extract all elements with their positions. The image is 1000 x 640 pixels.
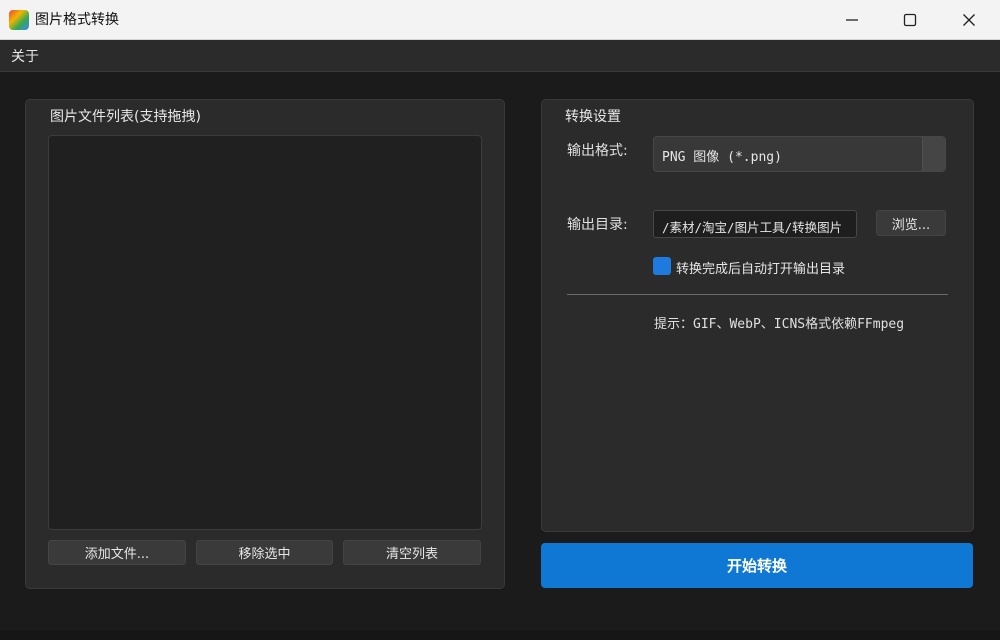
dropdown-arrow-icon — [922, 137, 945, 171]
auto-open-label[interactable]: 转换完成后自动打开输出目录 — [676, 258, 845, 277]
start-convert-button[interactable]: 开始转换 — [541, 543, 973, 588]
output-dir-value: /素材/淘宝/图片工具/转换图片 — [662, 220, 843, 235]
dir-label: 输出目录: — [567, 217, 628, 233]
add-files-button[interactable]: 添加文件... — [48, 540, 186, 565]
maximize-icon — [903, 13, 917, 26]
format-label: 输出格式: — [567, 143, 628, 159]
minimize-icon — [846, 18, 858, 21]
settings-divider — [567, 294, 948, 295]
window-title: 图片格式转换 — [35, 12, 119, 28]
remove-selected-button[interactable]: 移除选中 — [196, 540, 333, 565]
format-select[interactable]: PNG 图像 (*.png) — [653, 136, 946, 172]
maximize-button[interactable] — [881, 0, 939, 39]
auto-open-checkbox[interactable] — [653, 257, 671, 275]
title-bar: 图片格式转换 — [0, 0, 1000, 40]
settings-title: 转换设置 — [565, 109, 621, 125]
browse-button[interactable]: 浏览... — [876, 210, 946, 236]
menu-bar: 关于 — [0, 40, 1000, 72]
format-select-value: PNG 图像 (*.png) — [662, 150, 782, 165]
app-icon — [9, 10, 29, 30]
clear-list-button[interactable]: 清空列表 — [343, 540, 481, 565]
close-button[interactable] — [940, 0, 998, 39]
close-icon — [963, 13, 975, 26]
file-list[interactable] — [48, 135, 482, 530]
hint-text: 提示：GIF、WebP、ICNS格式依赖FFmpeg — [654, 317, 905, 332]
menu-about[interactable]: 关于 — [11, 46, 39, 66]
minimize-button[interactable] — [823, 0, 881, 39]
output-dir-input[interactable]: /素材/淘宝/图片工具/转换图片 — [653, 210, 857, 238]
window-bottom-edge — [0, 630, 1000, 640]
file-list-title: 图片文件列表(支持拖拽) — [50, 109, 201, 125]
